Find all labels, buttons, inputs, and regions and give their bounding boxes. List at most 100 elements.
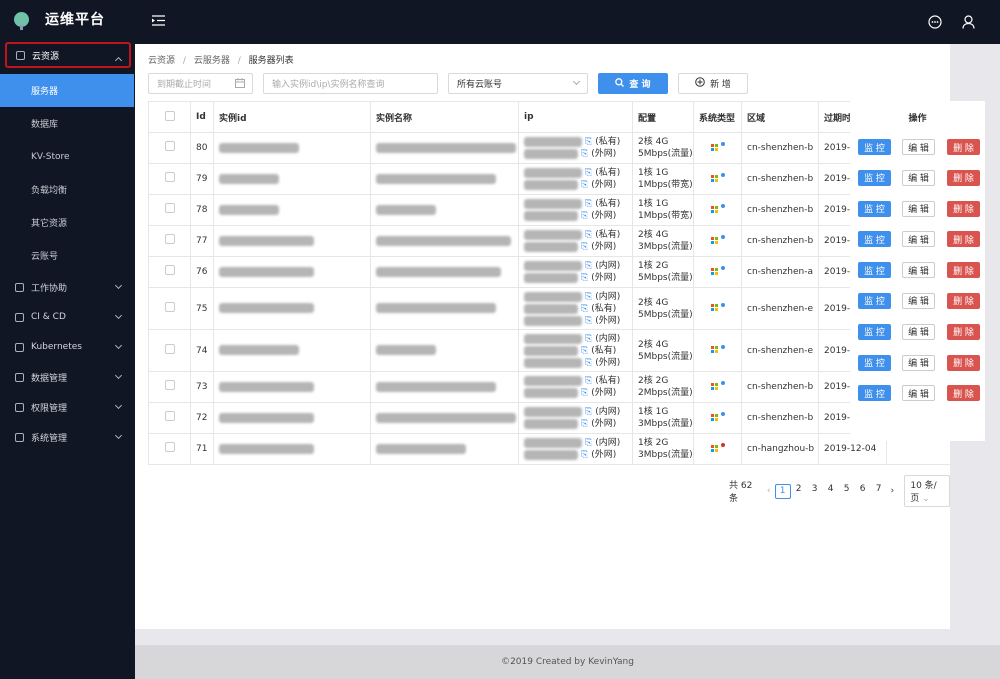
copy-icon[interactable]: ⎘ [581,210,588,222]
page-5[interactable]: 5 [839,484,855,499]
monitor-button[interactable]: 监 控 [858,323,891,340]
col-header-ip[interactable]: ip [518,101,633,133]
copy-icon[interactable]: ⎘ [581,303,588,315]
delete-button[interactable]: 删 除 [947,169,980,186]
table-row[interactable]: 77 ⎘ (私有) ⎘ (外网) 2核 4G 3Mbps(流量) cn-shenzhen-b 2… [148,225,951,257]
table-row[interactable]: 73 ⎘ (私有) ⎘ (外网) 2核 2G 2Mbps(流量) cn-shenzhen-b 2… [148,371,951,403]
copy-icon[interactable]: ⎘ [581,449,588,461]
add-button[interactable]: 新 增 [678,73,748,94]
monitor-button[interactable]: 监 控 [858,231,891,248]
row-checkbox[interactable] [164,380,175,390]
table-row[interactable]: 78 ⎘ (私有) ⎘ (外网) 1核 1G 1Mbps(带宽) cn-shenzhen-b 2… [148,194,951,226]
date-picker[interactable]: 到期截止时间 [148,73,253,94]
copy-icon[interactable]: ⎘ [581,179,588,191]
table-row[interactable]: 76 ⎘ (内网) ⎘ (外网) 1核 2G 5Mbps(流量) cn-shenzhen-a 2… [148,256,951,288]
copy-icon[interactable]: ⎘ [581,345,588,357]
delete-button[interactable]: 删 除 [947,292,980,309]
select-all-checkbox[interactable] [164,110,175,121]
row-checkbox[interactable] [164,442,175,452]
sidebar-item-5[interactable]: 云账号 [0,239,135,272]
copy-icon[interactable]: ⎘ [581,272,588,284]
sidebar-group-5[interactable]: 权限管理 [0,392,135,422]
copy-icon[interactable]: ⎘ [585,136,592,148]
copy-icon[interactable]: ⎘ [585,375,592,387]
edit-button[interactable]: 编 辑 [902,262,935,279]
user-icon[interactable] [962,15,975,32]
page-2[interactable]: 2 [791,484,807,499]
logo[interactable]: 运维平台 [0,0,135,38]
breadcrumb-item[interactable]: 云资源 [148,56,175,66]
row-checkbox[interactable] [164,301,175,312]
next-page-icon[interactable]: › [887,486,899,496]
copy-icon[interactable]: ⎘ [585,357,592,369]
page-7[interactable]: 7 [871,484,887,499]
delete-button[interactable]: 删 除 [947,385,980,402]
sidebar-item-0[interactable]: 服务器 [0,74,134,107]
edit-button[interactable]: 编 辑 [902,200,935,217]
sidebar-item-3[interactable]: 负载均衡 [0,173,135,206]
edit-button[interactable]: 编 辑 [902,385,935,402]
delete-button[interactable]: 删 除 [947,200,980,217]
copy-icon[interactable]: ⎘ [581,148,588,160]
table-row[interactable]: 80 ⎘ (私有) ⎘ (外网) 2核 4G 5Mbps(流量) cn-shenzhen-b 2… [148,132,951,164]
page-3[interactable]: 3 [807,484,823,499]
table-row[interactable]: 79 ⎘ (私有) ⎘ (外网) 1核 1G 1Mbps(带宽) cn-shenzhen-b 2… [148,163,951,195]
monitor-button[interactable]: 监 控 [858,200,891,217]
delete-button[interactable]: 删 除 [947,323,980,340]
message-icon[interactable] [928,15,942,32]
copy-icon[interactable]: ⎘ [585,260,592,272]
edit-button[interactable]: 编 辑 [902,323,935,340]
monitor-button[interactable]: 监 控 [858,262,891,279]
col-header-id[interactable]: Id [190,101,214,133]
breadcrumb-item[interactable]: 云服务器 [194,56,230,66]
table-row[interactable]: 71 ⎘ (内网) ⎘ (外网) 1核 2G 3Mbps(流量) cn-hangzhou-b 2… [148,433,951,465]
monitor-button[interactable]: 监 控 [858,139,891,155]
sidebar-group-0[interactable]: 云资源 [5,42,131,68]
prev-page-icon[interactable]: ‹ [763,486,775,496]
copy-icon[interactable]: ⎘ [581,387,588,399]
row-checkbox[interactable] [164,343,175,354]
row-checkbox[interactable] [164,141,175,151]
row-checkbox[interactable] [164,203,175,213]
table-row[interactable]: 74 ⎘ (内网) ⎘ (私有) ⎘ (外网) 2核 4G 5Mbps(流量) cn-shenzh… [148,329,951,372]
sidebar-group-4[interactable]: 数据管理 [0,362,135,392]
sidebar-item-4[interactable]: 其它资源 [0,206,135,239]
sidebar-group-1[interactable]: 工作协助 [0,272,135,302]
row-checkbox[interactable] [164,411,175,421]
sidebar-group-2[interactable]: CI & CD [0,302,135,332]
edit-button[interactable]: 编 辑 [902,139,935,155]
sidebar-item-2[interactable]: KV-Store [0,140,135,173]
monitor-button[interactable]: 监 控 [858,385,891,402]
col-header-os-type[interactable]: 系统类型 [693,101,742,133]
table-row[interactable]: 72 ⎘ (内网) ⎘ (外网) 1核 1G 3Mbps(流量) cn-shenzhen-b 2… [148,402,951,434]
sidebar-group-3[interactable]: Kubernetes [0,332,135,362]
monitor-button[interactable]: 监 控 [858,292,891,309]
page-4[interactable]: 4 [823,484,839,499]
col-header-instance-name[interactable]: 实例名称 [370,101,519,133]
edit-button[interactable]: 编 辑 [902,169,935,186]
copy-icon[interactable]: ⎘ [581,418,588,430]
sidebar-group-6[interactable]: 系统管理 [0,422,135,452]
page-6[interactable]: 6 [855,484,871,499]
copy-icon[interactable]: ⎘ [585,406,592,418]
copy-icon[interactable]: ⎘ [585,167,592,179]
copy-icon[interactable]: ⎘ [585,315,592,327]
row-checkbox[interactable] [164,172,175,182]
page-1[interactable]: 1 [774,483,791,499]
copy-icon[interactable]: ⎘ [585,437,592,449]
copy-icon[interactable]: ⎘ [585,333,592,345]
copy-icon[interactable]: ⎘ [585,291,592,303]
col-header-region[interactable]: 区域 [741,101,819,133]
edit-button[interactable]: 编 辑 [902,231,935,248]
copy-icon[interactable]: ⎘ [585,198,592,210]
col-header-config[interactable]: 配置 [632,101,694,133]
edit-button[interactable]: 编 辑 [902,292,935,309]
copy-icon[interactable]: ⎘ [581,241,588,253]
row-checkbox[interactable] [164,234,175,244]
monitor-button[interactable]: 监 控 [858,169,891,186]
delete-button[interactable]: 删 除 [947,231,980,248]
menu-fold-icon[interactable] [152,15,165,26]
delete-button[interactable]: 删 除 [947,354,980,371]
search-input[interactable]: 输入实例id\ip\实例名称查询 [263,73,438,94]
col-header-instance-id[interactable]: 实例id [213,101,371,133]
